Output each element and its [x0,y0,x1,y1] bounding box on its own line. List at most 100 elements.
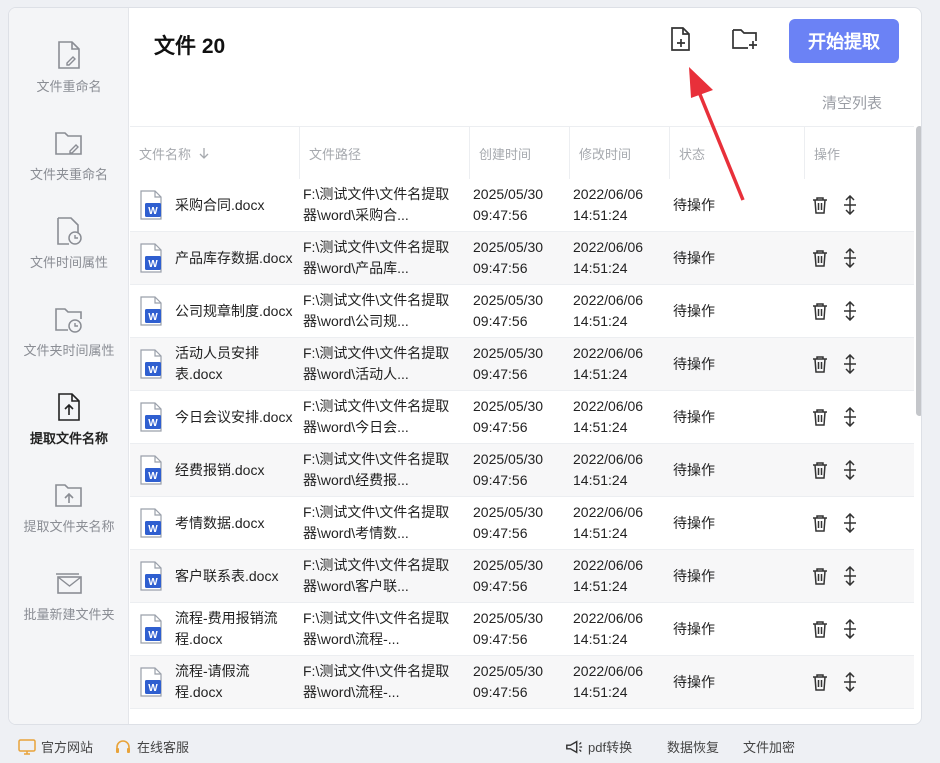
column-header-mtime: 修改时间 [569,127,669,179]
sidebar-item-extract-folder-name[interactable]: 提取文件夹名称 [9,478,129,558]
table-scrollbar[interactable] [915,126,921,716]
move-button[interactable] [838,299,862,323]
delete-button[interactable] [808,670,832,694]
file-name-cell: 公司规章制度.docx [175,302,293,319]
delete-button[interactable] [808,246,832,270]
file-edit-icon [54,38,84,72]
move-button[interactable] [838,458,862,482]
move-icon [844,672,856,692]
file-name-cell: 采购合同.docx [175,196,265,213]
file-name-cell: 活动人员安排表.docx [175,345,259,382]
file-name-cell: 经费报销.docx [175,461,265,478]
start-extract-button[interactable]: 开始提取 [789,19,899,63]
move-button[interactable] [838,193,862,217]
word-doc-icon: W [139,561,163,591]
column-header-actions: 操作 [804,127,914,179]
move-button[interactable] [838,246,862,270]
table-row[interactable]: W 今日会议安排.docx F:\测试文件\文件名提取器\word\今日会... 20… [130,391,914,444]
move-button[interactable] [838,564,862,588]
clear-list-button[interactable]: 清空列表 [822,92,882,113]
create-time-cell: 2025/05/30 09:47:56 [473,345,544,382]
delete-button[interactable] [808,564,832,588]
add-file-button[interactable] [666,26,696,56]
svg-text:W: W [148,630,158,641]
column-header-name[interactable]: 文件名称 [130,127,299,179]
move-button[interactable] [838,352,862,376]
delete-button[interactable] [808,617,832,641]
file-name-cell: 流程-费用报销流程.docx [175,610,278,647]
file-clock-icon [54,214,84,248]
modify-time-cell: 2022/06/06 14:51:24 [573,292,644,329]
move-button[interactable] [838,511,862,535]
svg-text:W: W [148,683,158,694]
headset-icon [114,739,132,755]
table-row[interactable]: W 经费报销.docx F:\测试文件\文件名提取器\word\经费报... 2025… [130,444,914,497]
sidebar-item-label: 文件重命名 [36,79,102,94]
move-button[interactable] [838,617,862,641]
sidebar-item-label: 提取文件夹名称 [23,519,115,534]
delete-button[interactable] [808,352,832,376]
add-folder-button[interactable] [730,26,760,56]
file-encrypt-link[interactable]: 文件加密 [743,737,795,756]
word-doc-icon: W [139,614,163,644]
scroll-thumb[interactable] [916,126,921,416]
main-panel: 文件 20 开始提取 清空列表 文件名称 文件路径 创建时间 修改时间 状态 操… [130,8,921,724]
trash-icon [813,197,827,214]
sidebar-item-folder-time[interactable]: 文件夹时间属性 [9,302,129,382]
monitor-icon [18,738,36,755]
trash-icon [813,462,827,479]
delete-button[interactable] [808,511,832,535]
sidebar-item-batch-folder[interactable]: 批量新建文件夹 [9,566,129,646]
file-name-cell: 产品库存数据.docx [175,249,293,266]
modify-time-cell: 2022/06/06 14:51:24 [573,557,644,594]
delete-button[interactable] [808,405,832,429]
sidebar-item-file-time[interactable]: 文件时间属性 [9,214,129,294]
pdf-convert-link[interactable]: pdf转换 [565,737,632,756]
megaphone-icon [565,739,583,755]
word-doc-icon: W [139,349,163,379]
table-row[interactable]: W 考情数据.docx F:\测试文件\文件名提取器\word\考情数... 2025… [130,497,914,550]
file-name-cell: 考情数据.docx [175,514,265,531]
online-support-link[interactable]: 在线客服 [114,737,189,756]
sidebar-item-file-rename[interactable]: 文件重命名 [9,38,129,118]
create-time-cell: 2025/05/30 09:47:56 [473,186,544,223]
table-row[interactable]: W 活动人员安排表.docx F:\测试文件\文件名提取器\word\活动人... 2… [130,338,914,391]
trash-icon [813,515,827,532]
data-recovery-link[interactable]: 数据恢复 [667,737,719,756]
footer-bar: 官方网站 在线客服 pdf转换 数据恢复 文件加密 [0,730,940,763]
delete-button[interactable] [808,299,832,323]
page-title: 文件 20 [154,35,226,58]
create-time-cell: 2025/05/30 09:47:56 [473,398,544,435]
sidebar-item-folder-rename[interactable]: 文件夹重命名 [9,126,129,206]
move-button[interactable] [838,405,862,429]
word-doc-icon: W [139,667,163,697]
move-button[interactable] [838,670,862,694]
official-website-link[interactable]: 官方网站 [18,737,93,756]
svg-text:W: W [148,577,158,588]
table-row[interactable]: W 采购合同.docx F:\测试文件\文件名提取器\word\采购合... 2025… [130,179,914,232]
svg-text:W: W [148,312,158,323]
status-cell: 待操作 [673,408,715,425]
status-cell: 待操作 [673,461,715,478]
modify-time-cell: 2022/06/06 14:51:24 [573,663,644,700]
create-time-cell: 2025/05/30 09:47:56 [473,504,544,541]
svg-text:W: W [148,365,158,376]
delete-button[interactable] [808,458,832,482]
file-name-cell: 流程-请假流程.docx [175,663,250,700]
create-time-cell: 2025/05/30 09:47:56 [473,557,544,594]
delete-button[interactable] [808,193,832,217]
status-cell: 待操作 [673,514,715,531]
file-path-cell: F:\测试文件\文件名提取器\word\客户联... [303,557,450,594]
table-row[interactable]: W 流程-请假流程.docx F:\测试文件\文件名提取器\word\流程-... 2… [130,656,914,709]
table-row[interactable]: W 产品库存数据.docx F:\测试文件\文件名提取器\word\产品库... 20… [130,232,914,285]
sort-arrow-icon [199,147,209,159]
sidebar-item-extract-file-name[interactable]: 提取文件名称 [9,390,129,470]
table-row[interactable]: W 流程-费用报销流程.docx F:\测试文件\文件名提取器\word\流程-..… [130,603,914,656]
trash-icon [813,303,827,320]
file-name-cell: 客户联系表.docx [175,567,279,584]
table-row[interactable]: W 客户联系表.docx F:\测试文件\文件名提取器\word\客户联... 202… [130,550,914,603]
word-doc-icon: W [139,508,163,538]
table-row[interactable]: W 公司规章制度.docx F:\测试文件\文件名提取器\word\公司规... 20… [130,285,914,338]
file-path-cell: F:\测试文件\文件名提取器\word\活动人... [303,345,450,382]
folder-clock-icon [54,302,84,336]
